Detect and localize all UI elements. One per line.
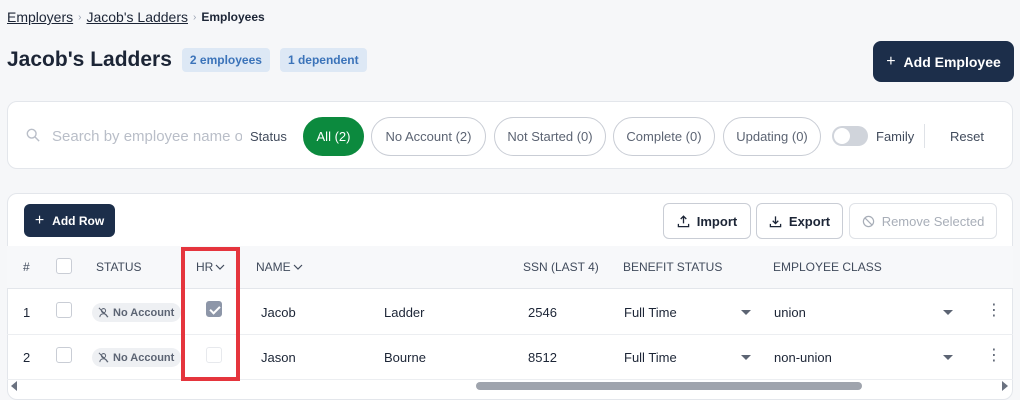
column-header-name[interactable]: NAME: [256, 260, 303, 274]
table-row: 1 No Account Jacob Ladder 2546 Full Time…: [7, 290, 1013, 335]
column-header-name-label: NAME: [256, 260, 291, 274]
first-name-cell[interactable]: Jacob: [261, 305, 296, 320]
dropdown-caret-icon[interactable]: [741, 355, 751, 360]
last-name-cell[interactable]: Ladder: [384, 305, 424, 320]
chip-updating[interactable]: Updating (0): [723, 117, 821, 156]
ssn-cell[interactable]: 8512: [528, 350, 557, 365]
status-filter-label: Status: [250, 129, 287, 144]
breadcrumb-employers-link[interactable]: Employers: [7, 9, 73, 25]
column-header-benefit-status: BENEFIT STATUS: [623, 260, 723, 274]
last-name-cell[interactable]: Bourne: [384, 350, 426, 365]
benefit-status-select[interactable]: Full Time: [624, 305, 677, 320]
search-input[interactable]: [52, 126, 242, 146]
horizontal-scrollbar[interactable]: [7, 379, 1013, 393]
column-header-employee-class: EMPLOYEE CLASS: [773, 260, 882, 274]
column-header-hr[interactable]: HR: [196, 260, 225, 274]
row-select-checkbox[interactable]: [56, 347, 72, 363]
search-icon: [26, 128, 40, 142]
row-menu-icon[interactable]: ⋮: [986, 348, 1002, 364]
scrollbar-thumb[interactable]: [476, 382, 862, 390]
column-header-index: #: [23, 260, 30, 274]
row-index: 1: [23, 305, 31, 320]
hr-checkbox[interactable]: [206, 301, 222, 317]
chip-all[interactable]: All (2): [303, 117, 364, 156]
select-all-checkbox[interactable]: [56, 258, 72, 274]
reset-button[interactable]: Reset: [950, 129, 984, 144]
ssn-cell[interactable]: 2546: [528, 305, 557, 320]
employee-class-select[interactable]: non-union: [774, 350, 832, 365]
employee-class-select[interactable]: union: [774, 305, 806, 320]
chip-not-started[interactable]: Not Started (0): [494, 117, 606, 156]
breadcrumb-separator-icon: ›: [193, 11, 197, 23]
table-row: 2 No Account Jason Bourne 8512 Full Time…: [7, 335, 1013, 380]
page-title: Jacob's Ladders: [7, 48, 172, 71]
scroll-right-icon[interactable]: [1002, 381, 1008, 391]
chip-complete[interactable]: Complete (0): [613, 117, 715, 156]
column-header-ssn: SSN (LAST 4): [523, 260, 599, 274]
import-label: Import: [696, 213, 738, 229]
remove-selected-label: Remove Selected: [881, 213, 985, 229]
user-off-icon: [98, 352, 109, 363]
breadcrumb-separator-icon: ›: [78, 11, 82, 23]
family-toggle[interactable]: [832, 126, 868, 146]
add-employee-button[interactable]: + Add Employee: [873, 41, 1014, 82]
add-employee-label: Add Employee: [903, 53, 1001, 70]
status-badge: No Account: [92, 303, 182, 322]
filter-bar: Status All (2) No Account (2) Not Starte…: [7, 101, 1013, 169]
export-button[interactable]: Export: [756, 203, 843, 239]
scroll-left-icon[interactable]: [11, 381, 17, 391]
dropdown-caret-icon[interactable]: [741, 310, 751, 315]
breadcrumb: Employers › Jacob's Ladders › Employees: [7, 9, 265, 25]
column-header-hr-label: HR: [196, 260, 214, 274]
breadcrumb-employer-link[interactable]: Jacob's Ladders: [86, 9, 188, 25]
remove-selected-button[interactable]: Remove Selected: [849, 203, 997, 239]
benefit-status-select[interactable]: Full Time: [624, 350, 677, 365]
table-header: # STATUS HR NAME SSN (LAST 4) BENEFIT ST…: [7, 246, 1013, 289]
breadcrumb-current: Employees: [201, 10, 265, 24]
dependent-count-badge: 1 dependent: [279, 48, 367, 72]
toggle-knob: [834, 128, 850, 144]
dropdown-caret-icon[interactable]: [943, 355, 953, 360]
hr-checkbox[interactable]: [206, 347, 222, 363]
column-header-status: STATUS: [96, 260, 142, 274]
divider: [924, 124, 925, 148]
row-index: 2: [23, 350, 31, 365]
plus-icon: +: [34, 211, 45, 229]
family-toggle-label: Family: [876, 129, 915, 144]
chip-no-account[interactable]: No Account (2): [371, 117, 486, 156]
user-off-icon: [98, 307, 109, 318]
chevron-down-icon: [215, 264, 225, 270]
row-menu-icon[interactable]: ⋮: [986, 303, 1002, 319]
status-badge-label: No Account: [113, 306, 175, 319]
upload-icon: [677, 214, 690, 227]
add-row-button[interactable]: + Add Row: [24, 204, 115, 237]
status-badge-label: No Account: [113, 351, 175, 364]
chevron-down-icon: [293, 264, 303, 270]
import-button[interactable]: Import: [663, 203, 751, 239]
employee-count-badge: 2 employees: [181, 48, 270, 72]
download-icon: [769, 215, 782, 227]
status-badge: No Account: [92, 348, 182, 367]
block-icon: [862, 215, 874, 227]
row-select-checkbox[interactable]: [56, 302, 72, 318]
dropdown-caret-icon[interactable]: [943, 310, 953, 315]
page-header: Jacob's Ladders 2 employees 1 dependent: [7, 48, 377, 72]
add-row-label: Add Row: [52, 213, 105, 228]
first-name-cell[interactable]: Jason: [261, 350, 296, 365]
export-label: Export: [788, 213, 831, 229]
plus-icon: +: [886, 52, 896, 70]
